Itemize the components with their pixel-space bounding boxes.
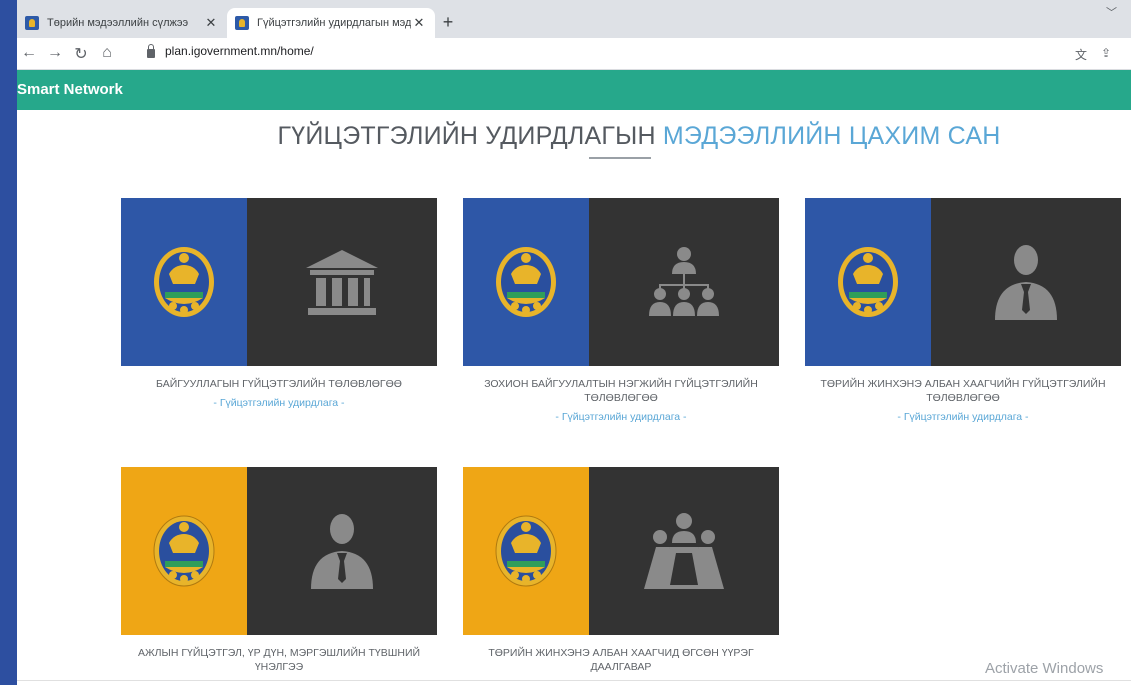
card-title[interactable]: БАЙГУУЛЛАГЫН ГҮЙЦЭТГЭЛИЙН ТӨЛӨВЛӨГӨӨ	[121, 377, 437, 391]
meeting-icon	[644, 513, 724, 589]
reload-icon[interactable]: ↻	[71, 44, 91, 64]
dark-panel	[589, 467, 779, 635]
card-image[interactable]	[121, 467, 437, 635]
card-link[interactable]: - Гүйцэтгэлийн удирдлага -	[121, 397, 437, 409]
card-title[interactable]: ЗОХИОН БАЙГУУЛАЛТЫН НЭГЖИЙН ГҮЙЦЭТГЭЛИЙН…	[463, 377, 779, 405]
card-image[interactable]	[121, 198, 437, 366]
dark-panel	[589, 198, 779, 366]
brand-link[interactable]: Smart Network	[17, 81, 123, 98]
building-icon	[306, 250, 378, 315]
dark-panel	[247, 198, 437, 366]
card-image[interactable]	[805, 198, 1121, 366]
person-icon	[995, 245, 1057, 320]
org-chart-icon	[649, 247, 719, 316]
share-icon[interactable]: ⇪	[1101, 46, 1111, 60]
home-icon[interactable]: ⌂	[97, 44, 117, 62]
dark-panel	[247, 467, 437, 635]
state-emblem-icon	[838, 247, 898, 317]
state-emblem-icon	[496, 247, 556, 317]
address-bar[interactable]: plan.igovernment.mn/home/	[147, 43, 314, 58]
lock-icon	[147, 43, 155, 58]
card-title[interactable]: ТӨРИЙН ЖИНХЭНЭ АЛБАН ХААГЧИД ӨГСӨН ҮҮРЭГ…	[463, 646, 779, 674]
site-emblem-icon	[25, 16, 39, 30]
desktop-background	[0, 0, 17, 685]
flag-strip	[805, 198, 931, 366]
title-accent: МЭДЭЭЛЛИЙН ЦАХИМ САН	[662, 122, 1001, 150]
site-navbar: Smart Network	[17, 70, 1131, 110]
person-icon	[311, 514, 373, 589]
url-text: plan.igovernment.mn/home/	[165, 44, 314, 58]
translate-icon[interactable]: 文	[1075, 46, 1087, 63]
tab-title: Төрийн мэдээллийн сүлжээ	[47, 17, 189, 29]
divider	[17, 680, 1131, 681]
card-link[interactable]: - Гүйцэтгэлийн удирдлага -	[805, 411, 1121, 423]
card-image[interactable]	[463, 198, 779, 366]
card-organization-plan[interactable]: БАЙГУУЛЛАГЫН ГҮЙЦЭТГЭЛИЙН ТӨЛӨВЛӨГӨӨ - Г…	[121, 198, 437, 409]
page-title: ГҮЙЦЭТГЭЛИЙН УДИРДЛАГЫН МЭДЭЭЛЛИЙН ЦАХИМ…	[17, 122, 1131, 151]
dark-panel	[931, 198, 1121, 366]
browser-window: Төрийн мэдээллийн сүлжээ ✕ Гүйцэтгэлийн …	[17, 0, 1131, 685]
chevron-down-icon[interactable]: ﹀	[1106, 4, 1117, 20]
flag-strip	[121, 467, 247, 635]
site-emblem-icon	[235, 16, 249, 30]
tab-title: Гүйцэтгэлийн удирдлагын мэдэ	[257, 17, 411, 29]
card-image[interactable]	[463, 467, 779, 635]
windows-activation-watermark: Activate Windows	[985, 660, 1104, 677]
state-emblem-icon	[154, 247, 214, 317]
tab-bar: Төрийн мэдээллийн сүлжээ ✕ Гүйцэтгэлийн …	[17, 0, 1131, 38]
title-underline	[589, 157, 651, 159]
browser-toolbar: ← → ↻ ⌂ plan.igovernment.mn/home/ 文 ⇪	[17, 38, 1131, 70]
card-link[interactable]: - Гүйцэтгэлийн удирдлага -	[463, 411, 779, 423]
card-assigned-tasks[interactable]: ТӨРИЙН ЖИНХЭНЭ АЛБАН ХААГЧИД ӨГСӨН ҮҮРЭГ…	[463, 467, 779, 674]
state-emblem-icon	[495, 515, 557, 587]
card-unit-plan[interactable]: ЗОХИОН БАЙГУУЛАЛТЫН НЭГЖИЙН ГҮЙЦЭТГЭЛИЙН…	[463, 198, 779, 423]
card-civil-servant-plan[interactable]: ТӨРИЙН ЖИНХЭНЭ АЛБАН ХААГЧИЙН ГҮЙЦЭТГЭЛИ…	[805, 198, 1121, 423]
close-icon[interactable]: ✕	[411, 15, 427, 31]
browser-tab[interactable]: Төрийн мэдээллийн сүлжээ ✕	[17, 8, 227, 38]
back-arrow-icon[interactable]: ←	[19, 44, 39, 62]
flag-strip	[121, 198, 247, 366]
state-emblem-icon	[153, 515, 215, 587]
flag-strip	[463, 198, 589, 366]
card-title[interactable]: АЖЛЫН ГҮЙЦЭТГЭЛ, ҮР ДҮН, МЭРГЭШЛИЙН ТҮВШ…	[121, 646, 437, 674]
card-performance-evaluation[interactable]: АЖЛЫН ГҮЙЦЭТГЭЛ, ҮР ДҮН, МЭРГЭШЛИЙН ТҮВШ…	[121, 467, 437, 674]
forward-arrow-icon[interactable]: →	[45, 44, 65, 62]
flag-strip	[463, 467, 589, 635]
browser-tab-active[interactable]: Гүйцэтгэлийн удирдлагын мэдэ ✕	[227, 8, 435, 38]
new-tab-icon[interactable]: +	[437, 12, 459, 33]
close-icon[interactable]: ✕	[203, 15, 219, 31]
card-title[interactable]: ТӨРИЙН ЖИНХЭНЭ АЛБАН ХААГЧИЙН ГҮЙЦЭТГЭЛИ…	[805, 377, 1121, 405]
title-main: ГҮЙЦЭТГЭЛИЙН УДИРДЛАГЫН	[277, 122, 656, 150]
